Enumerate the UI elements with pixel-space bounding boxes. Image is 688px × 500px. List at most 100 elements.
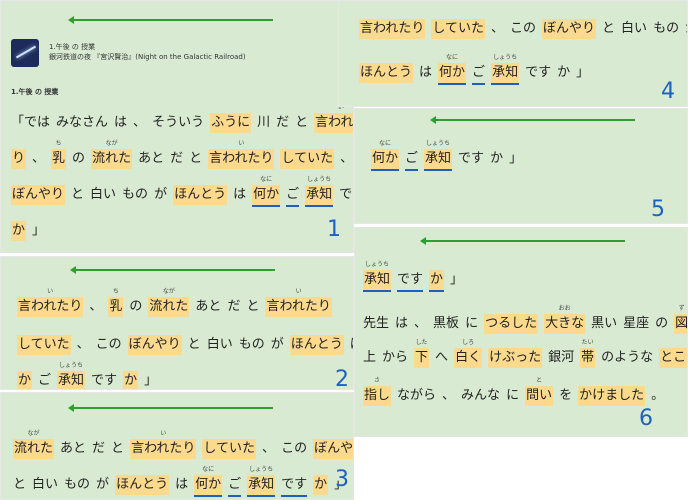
ruby: なに (202, 466, 215, 473)
p5-line-1: なに 何かごしょうち 承知 ですか」 (371, 140, 687, 171)
word: が (96, 477, 110, 492)
word-text: 承知 (58, 373, 85, 388)
word: もの (238, 337, 265, 352)
word: 、 (76, 337, 90, 352)
word: この (281, 441, 308, 456)
word: か (490, 151, 504, 166)
word-highlight: していた (280, 149, 335, 169)
p6-line-4: さ指し ながら、みんなにと問いをかけました。 (363, 377, 687, 406)
p6-line-1: しょうち 承知 ですか」 (363, 261, 687, 292)
word-underlined: か (17, 371, 33, 389)
word: みなさん (56, 115, 109, 130)
ruby: しょうち (426, 140, 451, 147)
word: この (510, 21, 537, 36)
word-underlined: です (397, 271, 424, 292)
word-underlined: なに 何か (371, 140, 400, 171)
ruby: なが (27, 430, 40, 437)
word-highlight: なが 流れた (91, 140, 133, 169)
word-highlight: ぼんやり (11, 185, 66, 205)
word-underlined: ご (405, 150, 419, 171)
p6-line-2: 先生は、黒板につるしたおお大きな黒い星座のず図の、 (363, 305, 687, 334)
ruby: おお (558, 305, 571, 312)
word: から (382, 350, 409, 365)
word-highlight: ほんとう (289, 335, 344, 355)
word-text: 指し (364, 388, 391, 403)
word-highlight: い言われたり (130, 430, 197, 459)
word-highlight: ぼんやり (127, 335, 182, 355)
word-highlight: ところ (659, 348, 687, 368)
panel-5: なに 何かごしょうち 承知 ですか」 5 (354, 108, 688, 224)
word-highlight: ち乳 (51, 140, 67, 169)
word: に (465, 316, 479, 331)
p1-line-1: 「ではみなさんは、そういうふうに川だとい言われた (11, 104, 353, 133)
word: だ (227, 299, 241, 314)
word-highlight: ぼんやり (313, 439, 353, 459)
word-highlight: ほんとう (359, 63, 414, 83)
word: もの (653, 21, 680, 36)
word: そういう (152, 115, 205, 130)
ruby: と (536, 377, 543, 384)
word: もの (64, 477, 91, 492)
annotation-number-1: 1 (327, 217, 341, 242)
word-highlight: い言われたり (208, 140, 275, 169)
word-text: 乳 (52, 151, 66, 166)
word: が (154, 187, 168, 202)
green-arrow-line (68, 404, 273, 412)
word-highlight: けぶった (488, 348, 543, 368)
annotation-number-5: 5 (651, 197, 665, 222)
section-title: 1.午後 の 授業 (11, 88, 59, 96)
word-underlined: しょうち 承知 (247, 466, 276, 497)
word-underlined: ご (286, 186, 300, 207)
word: だ (276, 115, 290, 130)
word-highlight: たい帯 (580, 339, 596, 368)
word-highlight: い言われた (314, 104, 353, 133)
word-text: 何か (372, 151, 399, 166)
word: と (111, 441, 125, 456)
word-highlight: しろ 白く (454, 339, 483, 368)
word: もの (122, 187, 149, 202)
panel-2: い言われたり、ち乳のなが 流れた あとだとい言われたり していた、この ぼんやりと白い… (0, 256, 354, 390)
word: だ (92, 441, 106, 456)
word: と (602, 21, 616, 36)
word-text: 問い (526, 388, 553, 403)
word-underlined: ご (38, 372, 51, 389)
ruby: しょうち (307, 176, 332, 183)
word: 上 (363, 350, 377, 365)
word-text: 何か (195, 477, 222, 492)
word: みんな (461, 388, 501, 403)
word-text: 大きな (545, 316, 585, 331)
ruby: なに (379, 140, 392, 147)
word-text: 承知 (364, 272, 391, 287)
ruby: ち (55, 140, 62, 147)
ruby: なが (162, 288, 175, 295)
word: 、 (414, 316, 428, 331)
panel-4: 言われたりしていた、このぼんやりと白いものが ほんとうはなに何かごしょうち承知で… (338, 0, 688, 107)
word: 、 (262, 441, 276, 456)
word-text: 下 (415, 350, 429, 365)
word: 白い (206, 337, 233, 352)
word: が (270, 337, 284, 352)
word-highlight: つるした (484, 314, 539, 334)
word-underlined: なに 何か (252, 176, 281, 207)
p1-line-4: か」 (11, 221, 353, 241)
word-text: 言われたり (209, 151, 274, 166)
word: の (72, 151, 86, 166)
p2-line-2: していた、このぼんやりと白いものがほんとうはなに何 (17, 335, 353, 357)
word: と (295, 115, 309, 130)
p2-line-3: かごしょうち 承知 ですか」 (17, 362, 353, 389)
word: です (339, 187, 353, 202)
word: 」 (576, 65, 590, 80)
word: です (525, 65, 552, 80)
word-highlight: した下 (414, 339, 430, 368)
ruby: なが (105, 140, 118, 147)
word: 白い (621, 21, 648, 36)
word: 白い (32, 477, 59, 492)
word-underlined: しょうち 承知 (363, 261, 392, 292)
ruby: い (295, 288, 302, 295)
word: 、 (32, 151, 46, 166)
word: 川 (257, 115, 271, 130)
word: か (557, 65, 571, 80)
word: 白い (90, 187, 117, 202)
word-highlight: り (11, 149, 27, 169)
word-highlight: していた (17, 335, 71, 355)
